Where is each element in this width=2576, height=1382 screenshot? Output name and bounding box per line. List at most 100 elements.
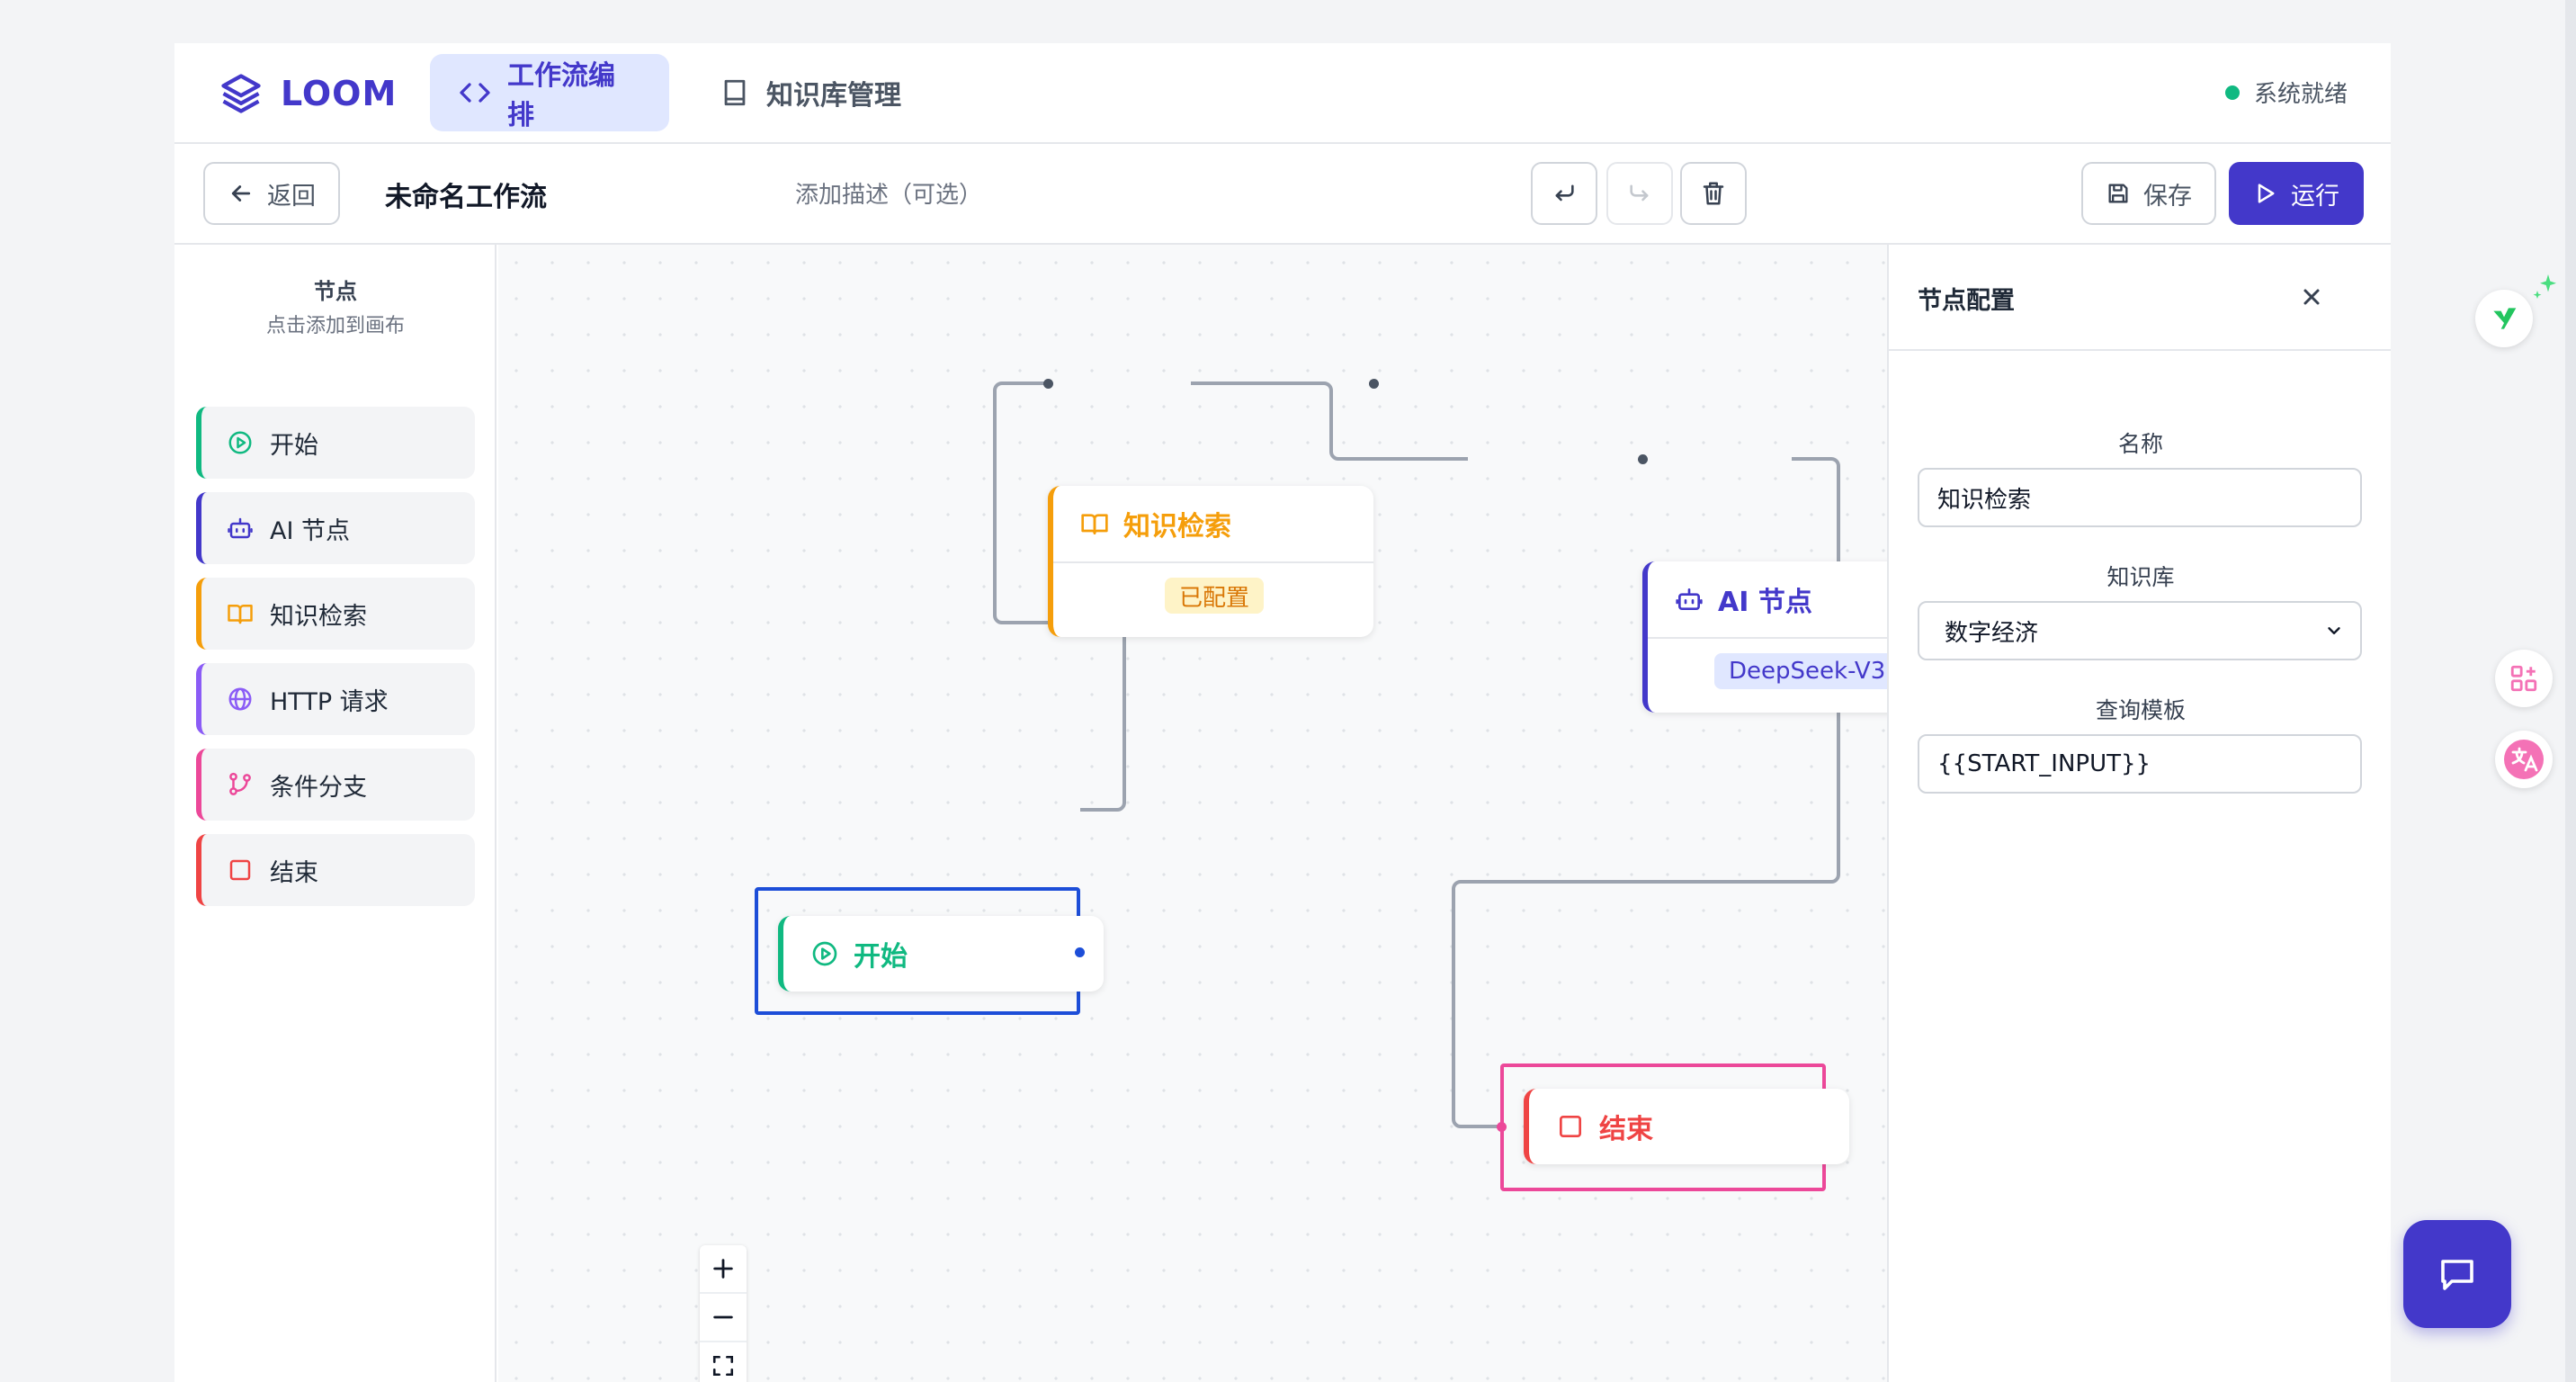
play-icon — [2253, 181, 2278, 206]
workflow-canvas[interactable]: 知识检索 已配置 AI 节点 DeepSeek-V3 开始 结束 — [498, 245, 1887, 1382]
node-palette: 节点 点击添加到画布 开始 AI 节点 知识检索 HTTP 请求 条件分支 结束 — [174, 245, 496, 1382]
logo-text: LOOM — [281, 74, 398, 113]
query-label: 查询模板 — [2095, 697, 2186, 723]
palette-title: 节点 — [314, 279, 357, 304]
bot-icon — [1675, 585, 1704, 614]
node-start[interactable]: 开始 — [778, 916, 1104, 992]
assistant-logo-icon — [2486, 301, 2522, 337]
node-knowledge-input-handle[interactable] — [1043, 379, 1053, 389]
workflow-toolbar: 返回 未命名工作流 添加描述（可选） 保存 运行 — [174, 144, 2391, 245]
node-start-header: 开始 — [783, 916, 1104, 992]
node-end[interactable]: 结束 — [1524, 1089, 1849, 1164]
arrow-left-icon — [228, 180, 255, 207]
layers-icon — [218, 70, 264, 117]
trash-icon — [1700, 180, 1727, 207]
kb-select-value: 数字经济 — [1945, 619, 2039, 647]
undo-button[interactable] — [1531, 162, 1597, 225]
name-label: 名称 — [2117, 431, 2163, 457]
node-end-input-handle[interactable] — [1497, 1122, 1507, 1132]
back-button[interactable]: 返回 — [203, 162, 340, 225]
tab-workflow-label: 工作流编排 — [507, 60, 615, 131]
palette-item-label: 开始 — [270, 431, 318, 460]
close-button[interactable] — [2294, 279, 2330, 315]
node-title: 开始 — [854, 941, 908, 973]
status-dot — [2224, 85, 2240, 100]
apps-icon — [2509, 663, 2539, 694]
apps-button[interactable] — [2495, 650, 2553, 707]
code-icon — [459, 76, 491, 109]
palette-item-http[interactable]: HTTP 请求 — [196, 663, 475, 735]
play-circle-icon — [810, 939, 839, 968]
node-start-output-handle[interactable] — [1075, 947, 1085, 957]
fit-view-button[interactable] — [700, 1342, 747, 1382]
branch-icon — [227, 771, 254, 798]
node-config-panel: 节点配置 名称 知识检索 知识库 数字经济 查询模板 {{START_INPUT… — [1887, 245, 2391, 1382]
query-template-input[interactable]: {{START_INPUT}} — [1918, 734, 2362, 794]
palette-item-label: HTTP 请求 — [270, 687, 389, 716]
tab-workflow[interactable]: 工作流编排 — [430, 54, 669, 131]
logo[interactable]: LOOM — [218, 70, 397, 117]
workflow-description-input[interactable]: 添加描述（可选） — [795, 176, 982, 210]
run-label: 运行 — [2291, 182, 2339, 211]
node-title: 知识检索 — [1123, 511, 1231, 543]
window-scrollbar[interactable] — [2565, 0, 2576, 1382]
minus-icon — [711, 1305, 736, 1330]
palette-item-label: 知识检索 — [270, 602, 367, 631]
node-ai[interactable]: AI 节点 DeepSeek-V3 — [1642, 561, 1887, 713]
palette-item-end[interactable]: 结束 — [196, 834, 475, 906]
redo-button[interactable] — [1606, 162, 1673, 225]
tab-knowledge[interactable]: 知识库管理 — [691, 54, 930, 131]
palette-item-start[interactable]: 开始 — [196, 407, 475, 479]
node-ai-header: AI 节点 — [1648, 561, 1887, 637]
palette-item-label: 结束 — [270, 858, 318, 887]
sparkle-icon — [2529, 270, 2562, 306]
model-badge: DeepSeek-V3 — [1714, 653, 1887, 689]
square-icon — [227, 857, 254, 884]
chat-icon — [2436, 1252, 2479, 1296]
close-icon — [2301, 286, 2322, 308]
square-icon — [1556, 1112, 1585, 1141]
chevron-down-icon — [2324, 621, 2344, 641]
zoom-out-button[interactable] — [700, 1294, 747, 1342]
edge-layer — [993, 381, 1840, 1128]
system-status: 系统就绪 — [2224, 76, 2348, 109]
palette-subtitle: 点击添加到画布 — [265, 315, 405, 337]
translate-button[interactable] — [2495, 731, 2553, 788]
zoom-controls — [700, 1245, 747, 1382]
save-label: 保存 — [2143, 182, 2192, 211]
edge-knowledge-ai — [1191, 381, 1468, 461]
tab-knowledge-label: 知识库管理 — [766, 80, 901, 112]
node-ai-input-handle[interactable] — [1638, 454, 1648, 464]
kb-select[interactable]: 数字经济 — [1918, 601, 2362, 660]
globe-icon — [227, 686, 254, 713]
palette-item-branch[interactable]: 条件分支 — [196, 749, 475, 821]
node-divider — [1053, 561, 1373, 563]
play-circle-icon — [227, 429, 254, 456]
book-open-icon — [227, 600, 254, 627]
palette-item-ai[interactable]: AI 节点 — [196, 492, 475, 564]
zoom-in-button[interactable] — [700, 1245, 747, 1294]
chat-button[interactable] — [2403, 1220, 2511, 1328]
fit-view-icon — [711, 1354, 735, 1378]
top-nav: LOOM 工作流编排 知识库管理 系统就绪 — [174, 43, 2391, 144]
node-title: AI 节点 — [1718, 587, 1812, 618]
kb-label: 知识库 — [2106, 564, 2175, 590]
save-icon — [2106, 181, 2131, 206]
palette-item-knowledge[interactable]: 知识检索 — [196, 578, 475, 650]
name-input[interactable]: 知识检索 — [1918, 468, 2362, 527]
run-button[interactable]: 运行 — [2229, 162, 2364, 225]
node-title: 结束 — [1599, 1114, 1653, 1145]
book-open-icon — [1080, 509, 1109, 538]
node-divider — [1648, 637, 1887, 639]
delete-button[interactable] — [1680, 162, 1747, 225]
status-text: 系统就绪 — [2253, 81, 2348, 108]
node-end-header: 结束 — [1529, 1089, 1849, 1164]
assistant-button[interactable] — [2475, 290, 2533, 347]
node-knowledge-output-handle[interactable] — [1369, 379, 1379, 389]
edge-ai-end — [1452, 457, 1840, 1128]
redo-icon — [1627, 181, 1652, 206]
save-button[interactable]: 保存 — [2081, 162, 2216, 225]
node-knowledge[interactable]: 知识检索 已配置 — [1048, 486, 1373, 637]
workflow-title[interactable]: 未命名工作流 — [385, 175, 547, 214]
config-header: 节点配置 — [1889, 245, 2391, 351]
